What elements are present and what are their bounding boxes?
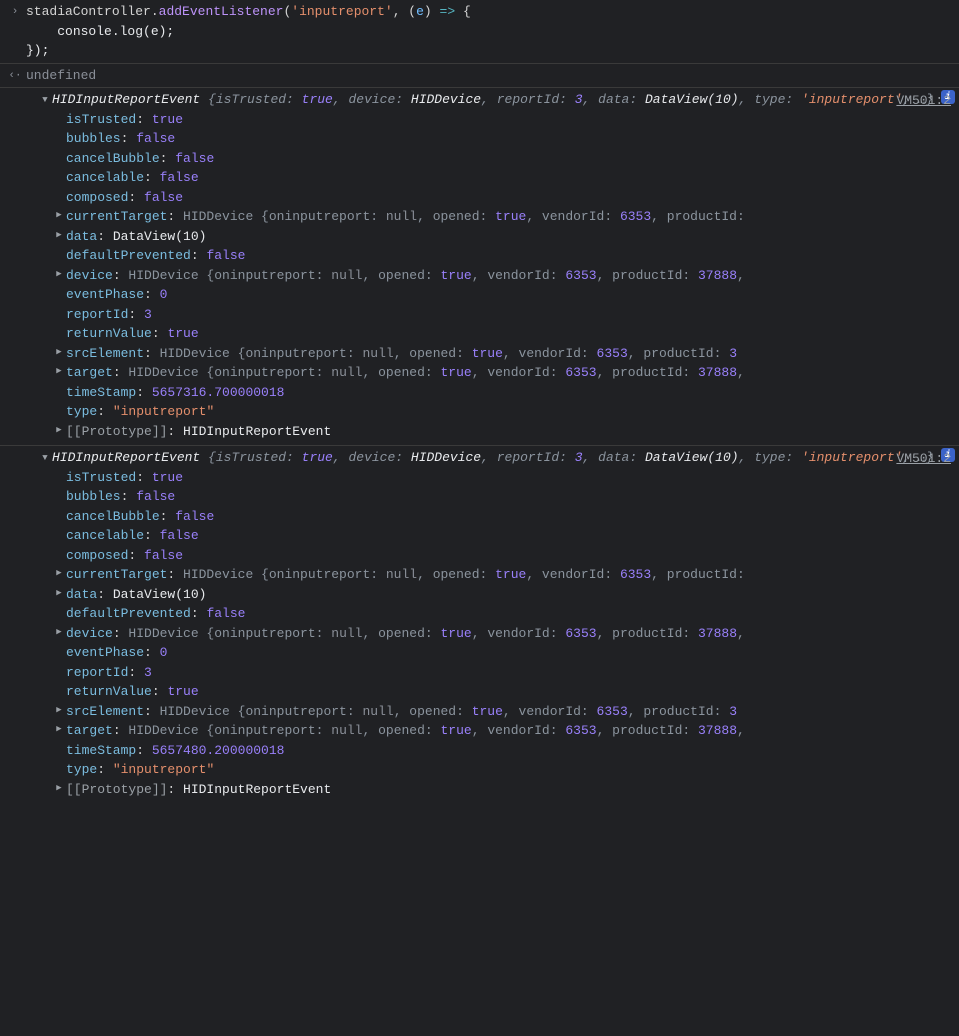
property-row[interactable]: [[Prototype]]: HIDInputReportEvent [52,422,955,442]
property-row[interactable]: composed: false [52,546,955,566]
expand-toggle-icon [52,324,66,326]
property-row[interactable]: isTrusted: true [52,468,955,488]
property-row[interactable]: bubbles: false [52,129,955,149]
expand-toggle-icon [52,663,66,665]
property-row[interactable]: returnValue: true [52,682,955,702]
expand-toggle-icon[interactable] [52,363,66,379]
property-row[interactable]: srcElement: HIDDevice {oninputreport: nu… [52,344,955,364]
property-row[interactable]: timeStamp: 5657316.700000018 [52,383,955,403]
expand-toggle-icon [52,468,66,470]
expand-toggle-icon[interactable] [52,207,66,223]
property-row[interactable]: cancelBubble: false [52,149,955,169]
expand-toggle-icon[interactable] [52,721,66,737]
property-row[interactable]: timeStamp: 5657480.200000018 [52,741,955,761]
expand-toggle-icon [52,402,66,404]
expand-toggle-icon[interactable] [52,227,66,243]
property-row[interactable]: currentTarget: HIDDevice {oninputreport:… [52,565,955,585]
console-return-row: ‹· undefined [0,63,959,88]
expand-toggle-icon[interactable] [38,448,52,466]
property-list: isTrusted: truebubbles: falsecancelBubbl… [38,468,955,800]
expand-toggle-icon[interactable] [52,422,66,438]
expand-toggle-icon [52,604,66,606]
property-row[interactable]: reportId: 3 [52,305,955,325]
expand-toggle-icon[interactable] [38,90,52,108]
source-link[interactable]: VM501:2 [896,449,951,469]
property-row[interactable]: target: HIDDevice {oninputreport: null, … [52,363,955,383]
prompt-icon: › [4,2,26,21]
object-summary[interactable]: HIDInputReportEvent {isTrusted: true, de… [52,90,937,110]
property-row[interactable]: cancelable: false [52,526,955,546]
expand-toggle-icon [52,487,66,489]
expand-toggle-icon[interactable] [52,565,66,581]
expand-toggle-icon [52,110,66,112]
property-row[interactable]: isTrusted: true [52,110,955,130]
expand-toggle-icon [52,526,66,528]
code-line: stadiaController.addEventListener('input… [26,2,959,61]
expand-toggle-icon [52,741,66,743]
expand-toggle-icon [52,507,66,509]
expand-toggle-icon[interactable] [52,266,66,282]
log-entry: VM501:2HIDInputReportEvent {isTrusted: t… [0,87,959,445]
property-row[interactable]: data: DataView(10) [52,585,955,605]
console-input-row[interactable]: › stadiaController.addEventListener('inp… [0,0,959,63]
expand-toggle-icon [52,168,66,170]
property-row[interactable]: cancelable: false [52,168,955,188]
property-row[interactable]: eventPhase: 0 [52,285,955,305]
property-row[interactable]: bubbles: false [52,487,955,507]
property-row[interactable]: type: "inputreport" [52,760,955,780]
expand-toggle-icon [52,682,66,684]
expand-toggle-icon[interactable] [52,585,66,601]
property-row[interactable]: data: DataView(10) [52,227,955,247]
console-panel: › stadiaController.addEventListener('inp… [0,0,959,803]
property-row[interactable]: returnValue: true [52,324,955,344]
property-row[interactable]: defaultPrevented: false [52,604,955,624]
property-row[interactable]: cancelBubble: false [52,507,955,527]
expand-toggle-icon [52,305,66,307]
property-row[interactable]: currentTarget: HIDDevice {oninputreport:… [52,207,955,227]
expand-toggle-icon [52,760,66,762]
return-icon: ‹· [4,66,26,85]
property-row[interactable]: srcElement: HIDDevice {oninputreport: nu… [52,702,955,722]
expand-toggle-icon [52,285,66,287]
source-link[interactable]: VM501:2 [896,91,951,111]
expand-toggle-icon [52,149,66,151]
expand-toggle-icon[interactable] [52,344,66,360]
property-row[interactable]: device: HIDDevice {oninputreport: null, … [52,266,955,286]
expand-toggle-icon[interactable] [52,702,66,718]
log-entry: VM501:2HIDInputReportEvent {isTrusted: t… [0,445,959,803]
expand-toggle-icon [52,188,66,190]
property-row[interactable]: type: "inputreport" [52,402,955,422]
expand-toggle-icon [52,129,66,131]
expand-toggle-icon [52,246,66,248]
expand-toggle-icon [52,383,66,385]
property-row[interactable]: composed: false [52,188,955,208]
property-row[interactable]: defaultPrevented: false [52,246,955,266]
property-row[interactable]: eventPhase: 0 [52,643,955,663]
property-list: isTrusted: truebubbles: falsecancelBubbl… [38,110,955,442]
return-value: undefined [26,66,959,86]
property-row[interactable]: target: HIDDevice {oninputreport: null, … [52,721,955,741]
property-row[interactable]: reportId: 3 [52,663,955,683]
expand-toggle-icon[interactable] [52,780,66,796]
property-row[interactable]: device: HIDDevice {oninputreport: null, … [52,624,955,644]
expand-toggle-icon [52,546,66,548]
object-summary[interactable]: HIDInputReportEvent {isTrusted: true, de… [52,448,937,468]
property-row[interactable]: [[Prototype]]: HIDInputReportEvent [52,780,955,800]
expand-toggle-icon[interactable] [52,624,66,640]
expand-toggle-icon [52,643,66,645]
